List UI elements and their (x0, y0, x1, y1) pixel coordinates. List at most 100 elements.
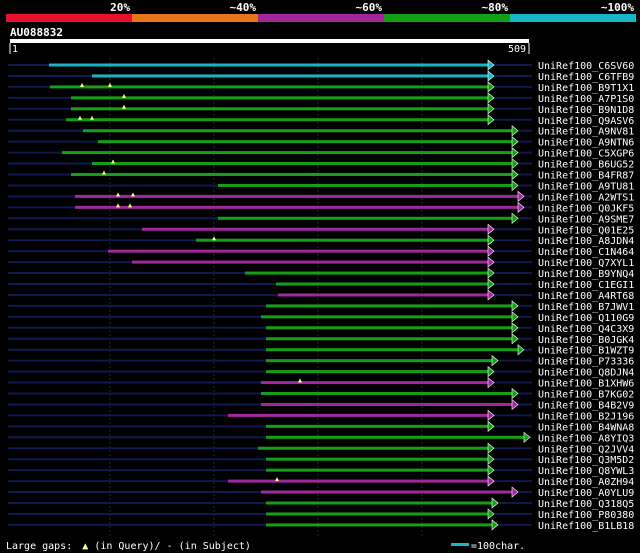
hit-label[interactable]: UniRef100_A7P1S0 (538, 94, 634, 105)
hit-row[interactable]: UniRef100_A9SME7 (8, 212, 634, 225)
hit-row[interactable]: UniRef100_Q9ASV6 (8, 114, 634, 127)
hit-row[interactable]: UniRef100_A9NV81 (8, 125, 634, 138)
hit-label[interactable]: UniRef100_A4RT68 (538, 291, 634, 302)
hit-row[interactable]: UniRef100_Q8DJN4 (8, 365, 634, 379)
hit-label[interactable]: UniRef100_C5XGP6 (538, 149, 634, 160)
hit-label[interactable]: UniRef100_Q110G9 (538, 313, 634, 324)
hit-label[interactable]: UniRef100_A8YIQ3 (538, 433, 634, 444)
hit-label[interactable]: UniRef100_B9N1D8 (538, 105, 634, 116)
hit-arrow-icon (487, 409, 495, 422)
hit-label[interactable]: UniRef100_B9YNQ4 (538, 269, 634, 280)
hit-row[interactable]: UniRef100_B4FR87 (8, 168, 634, 182)
hit-arrow-icon (517, 201, 525, 213)
hit-label[interactable]: UniRef100_B2J196 (538, 411, 634, 422)
hit-row[interactable]: UniRef100_A0YLU9 (8, 486, 634, 499)
hit-row[interactable]: UniRef100_Q3M5D2 (8, 453, 634, 466)
hit-label[interactable]: UniRef100_Q3M5D2 (538, 455, 634, 466)
hit-row[interactable]: UniRef100_A7P1S0 (8, 92, 634, 105)
hit-row[interactable]: UniRef100_A4RT68 (8, 289, 634, 302)
hit-label[interactable]: UniRef100_B7KG02 (538, 390, 634, 401)
hit-row[interactable]: UniRef100_P80380 (8, 508, 634, 521)
hit-row[interactable]: UniRef100_Q0JKF5 (8, 201, 634, 214)
hit-row[interactable]: UniRef100_C6SV60 (8, 59, 634, 72)
hit-label[interactable]: UniRef100_Q0JKF5 (538, 203, 634, 214)
hit-label[interactable]: UniRef100_P73336 (538, 357, 634, 368)
hit-row[interactable]: UniRef100_B1XHW6 (8, 376, 634, 390)
hit-row[interactable]: UniRef100_A9NTN6 (8, 136, 634, 149)
hit-row[interactable]: UniRef100_B4WNA8 (8, 420, 634, 433)
hit-row[interactable]: UniRef100_B0JGK4 (8, 333, 634, 346)
hit-label[interactable]: UniRef100_B1WZT9 (538, 346, 634, 357)
hit-row[interactable]: UniRef100_Q2JVV4 (8, 442, 634, 455)
hit-row[interactable]: UniRef100_B9T1X1 (8, 81, 634, 94)
hit-arrow-icon (487, 267, 495, 279)
hit-row[interactable]: UniRef100_B1WZT9 (8, 344, 634, 357)
hit-label[interactable]: UniRef100_A9SME7 (538, 214, 634, 225)
hit-row[interactable]: UniRef100_P73336 (8, 355, 634, 368)
query-gap-marker-icon (212, 236, 216, 241)
hit-row[interactable]: UniRef100_B4B2V9 (8, 398, 634, 411)
hit-row[interactable]: UniRef100_A9TU81 (8, 179, 634, 192)
hit-row[interactable]: UniRef100_B9YNQ4 (8, 267, 634, 280)
hit-label[interactable]: UniRef100_A9NTN6 (538, 138, 634, 149)
hit-row[interactable]: UniRef100_B9N1D8 (8, 103, 634, 116)
hit-label[interactable]: UniRef100_Q318Q5 (538, 499, 634, 510)
hit-row[interactable]: UniRef100_C6TFB9 (8, 70, 634, 83)
hit-arrow-icon (487, 508, 495, 520)
hit-label[interactable]: UniRef100_B1XHW6 (538, 379, 634, 390)
hit-label[interactable]: UniRef100_A2WTS1 (538, 192, 634, 203)
hit-label[interactable]: UniRef100_P80380 (538, 510, 634, 521)
hit-row[interactable]: UniRef100_Q318Q5 (8, 497, 634, 510)
hit-row[interactable]: UniRef100_A0ZH94 (8, 475, 634, 488)
hit-label[interactable]: UniRef100_Q8DJN4 (538, 368, 634, 379)
hit-label[interactable]: UniRef100_Q4C3X9 (538, 324, 634, 335)
hit-row[interactable]: UniRef100_A2WTS1 (8, 190, 634, 203)
hit-row[interactable]: UniRef100_B2J196 (8, 409, 634, 422)
hit-row[interactable]: UniRef100_Q7XYL1 (8, 256, 634, 269)
hit-row[interactable]: UniRef100_C1N464 (8, 245, 634, 258)
hit-arrow-icon (511, 168, 519, 181)
gaps-dash: - (167, 541, 173, 552)
scale-bar (451, 543, 469, 546)
identity-legend-labels: 20% ~40% ~60% ~80% ~100% (110, 1, 634, 14)
hit-row[interactable]: UniRef100_Q110G9 (8, 311, 634, 324)
hit-label[interactable]: UniRef100_Q9ASV6 (538, 116, 634, 127)
hit-label[interactable]: UniRef100_C6SV60 (538, 61, 634, 72)
hit-label[interactable]: UniRef100_A9NV81 (538, 127, 634, 138)
hit-row[interactable]: UniRef100_A8YIQ3 (8, 431, 634, 444)
hit-label[interactable]: UniRef100_C6TFB9 (538, 72, 634, 83)
hit-row[interactable]: UniRef100_B7JWV1 (8, 300, 634, 313)
hit-row[interactable]: UniRef100_Q4C3X9 (8, 322, 634, 335)
hit-row[interactable]: UniRef100_B6UG52 (8, 157, 634, 171)
hit-label[interactable]: UniRef100_B4WNA8 (538, 422, 634, 433)
hit-bar (266, 501, 492, 505)
hit-label[interactable]: UniRef100_Q7XYL1 (538, 258, 634, 269)
hit-label[interactable]: UniRef100_B1LB18 (538, 521, 634, 532)
legend-segment (132, 14, 258, 22)
hit-label[interactable]: UniRef100_Q01E25 (538, 225, 634, 236)
hit-label[interactable]: UniRef100_A8JDN4 (538, 236, 634, 247)
hit-row[interactable]: UniRef100_C5XGP6 (8, 146, 634, 160)
hit-label[interactable]: UniRef100_B4FR87 (538, 171, 634, 182)
hit-label[interactable]: UniRef100_C1EGI1 (538, 280, 634, 291)
hit-label[interactable]: UniRef100_B9T1X1 (538, 83, 634, 94)
hit-label[interactable]: UniRef100_B6UG52 (538, 160, 634, 171)
hit-label[interactable]: UniRef100_A9TU81 (538, 181, 634, 192)
hit-row[interactable]: UniRef100_Q01E25 (8, 223, 634, 236)
hit-arrow-icon (487, 453, 495, 465)
hit-row[interactable]: UniRef100_C1EGI1 (8, 278, 634, 291)
hit-label[interactable]: UniRef100_Q8YWL3 (538, 466, 634, 477)
hit-arrow-icon (511, 179, 519, 192)
hit-label[interactable]: UniRef100_B7JWV1 (538, 302, 634, 313)
hit-row[interactable]: UniRef100_B7KG02 (8, 387, 634, 401)
hit-label[interactable]: UniRef100_C1N464 (538, 247, 634, 258)
hit-row[interactable]: UniRef100_Q8YWL3 (8, 464, 634, 477)
hit-label[interactable]: UniRef100_A0YLU9 (538, 488, 634, 499)
hit-label[interactable]: UniRef100_B0JGK4 (538, 335, 634, 346)
hit-label[interactable]: UniRef100_B4B2V9 (538, 400, 634, 411)
hit-row[interactable]: UniRef100_B1LB18 (8, 519, 634, 532)
hit-arrow-icon (511, 311, 519, 323)
hit-label[interactable]: UniRef100_A0ZH94 (538, 477, 634, 488)
hit-row[interactable]: UniRef100_A8JDN4 (8, 234, 634, 247)
hit-label[interactable]: UniRef100_Q2JVV4 (538, 444, 634, 455)
